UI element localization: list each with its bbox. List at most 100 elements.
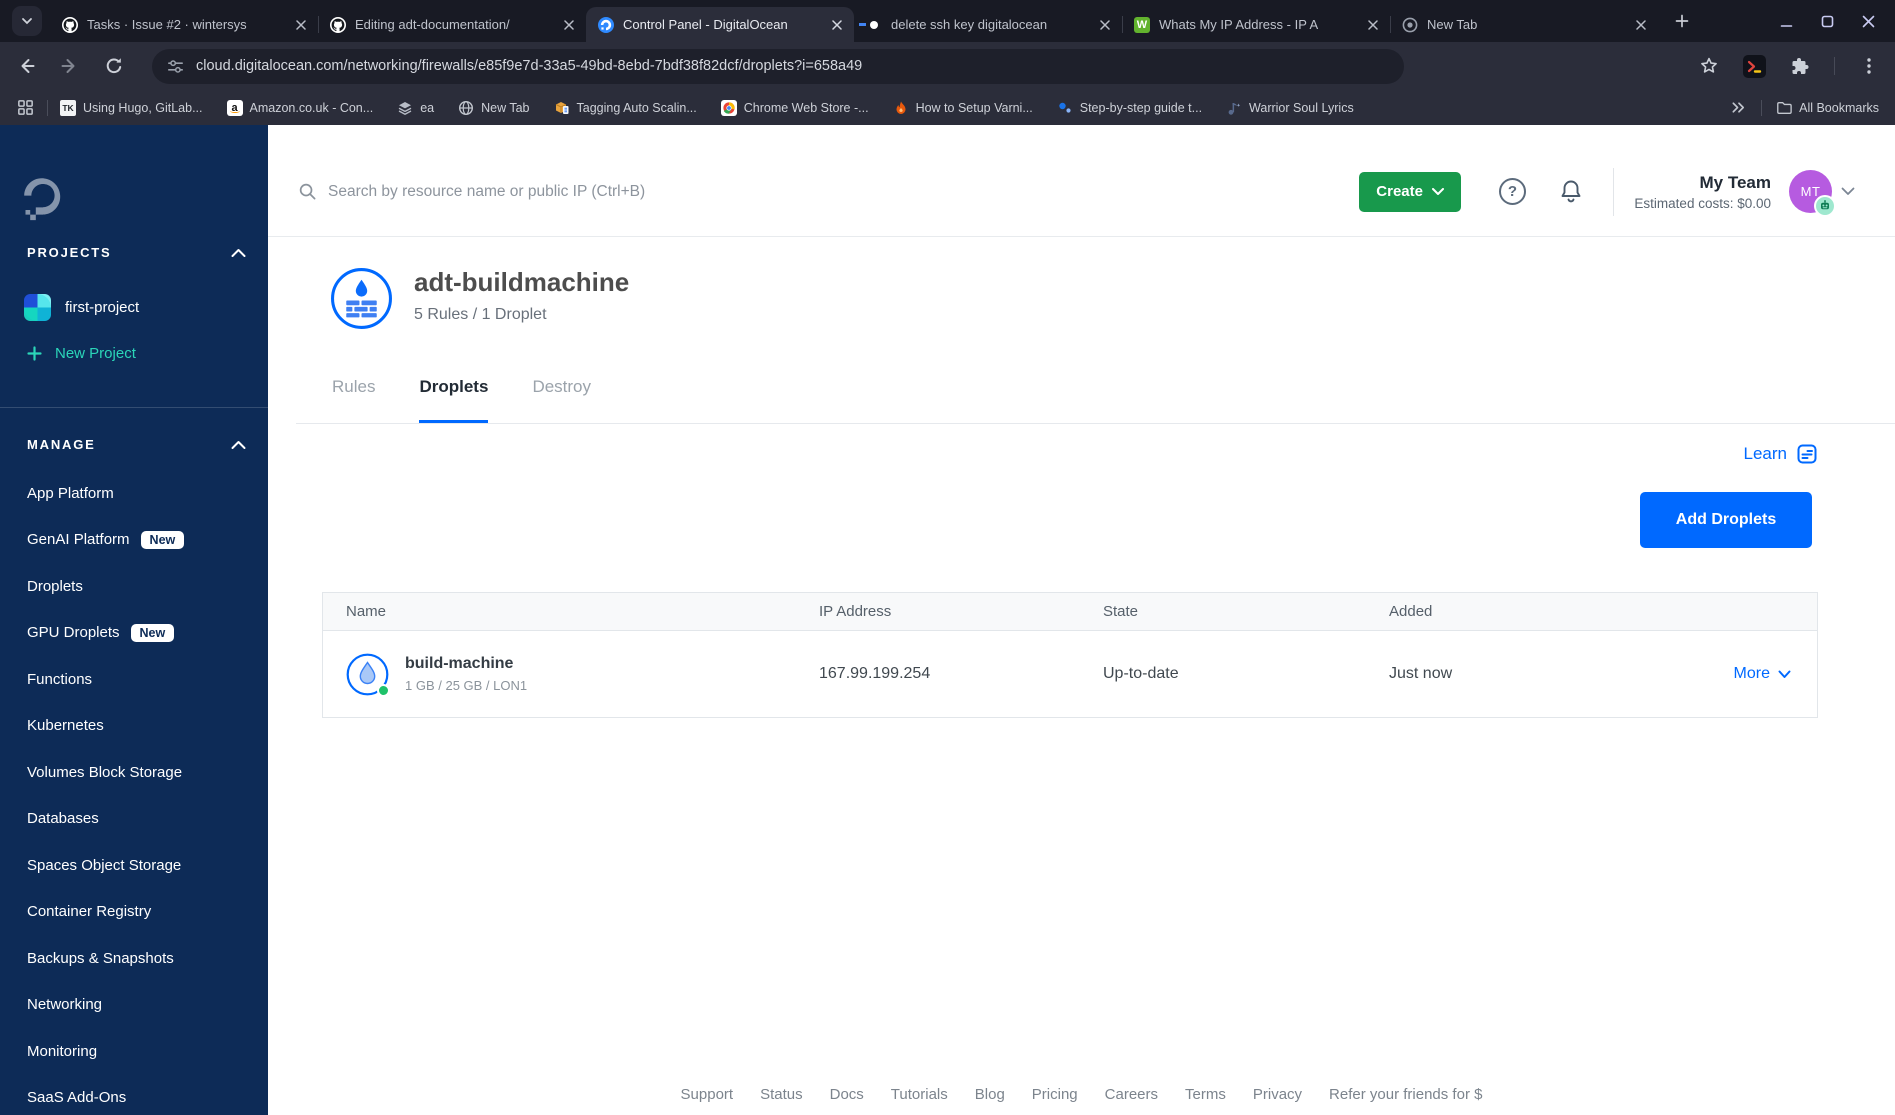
column-header-state: State: [1103, 603, 1139, 620]
tab-whatsmyipaddress[interactable]: W Whats My IP Address - IP A: [1122, 7, 1390, 42]
chevron-up-icon[interactable]: [231, 440, 246, 450]
music-note-icon: [1228, 102, 1241, 115]
sidebar-item-genai-platform[interactable]: GenAI Platform New: [0, 517, 268, 564]
browser-menu-kebab-icon[interactable]: [1859, 56, 1879, 76]
sidebar-item-gpu-droplets[interactable]: GPU Droplets New: [0, 610, 268, 657]
sidebar-item-backups-snapshots[interactable]: Backups & Snapshots: [0, 935, 268, 982]
tab-close-button[interactable]: [1632, 16, 1650, 34]
new-project-button[interactable]: New Project: [27, 345, 136, 362]
team-block[interactable]: My Team Estimated costs: $0.00: [1614, 173, 1789, 211]
back-button[interactable]: [16, 56, 36, 76]
bookmark-chrome-web-store[interactable]: Chrome Web Store -...: [720, 99, 869, 116]
sidebar-item-saas-addons[interactable]: SaaS Add-Ons: [0, 1075, 268, 1115]
footer-link-support[interactable]: Support: [681, 1086, 734, 1103]
maximize-button[interactable]: [1820, 14, 1834, 28]
tab-close-button[interactable]: [1096, 16, 1114, 34]
sidebar-item-volumes-block-storage[interactable]: Volumes Block Storage: [0, 749, 268, 796]
whatsmyip-icon: W: [1134, 16, 1150, 33]
tab-close-button[interactable]: [292, 16, 310, 34]
sidebar-projects-header[interactable]: PROJECTS: [27, 245, 246, 260]
footer-link-privacy[interactable]: Privacy: [1253, 1086, 1302, 1103]
bookmark-setup-varnish[interactable]: How to Setup Varni...: [893, 100, 1033, 116]
tab-google-search[interactable]: delete ssh key digitalocean: [854, 7, 1122, 42]
url-text[interactable]: cloud.digitalocean.com/networking/firewa…: [196, 58, 862, 74]
sidebar-nav: App Platform GenAI Platform New Droplets …: [0, 470, 268, 1115]
bookmarks-overflow-chevrons-icon[interactable]: [1730, 99, 1747, 116]
bookmark-tagging-autoscaling[interactable]: Tagging Auto Scalin...: [554, 100, 697, 116]
footer-link-pricing[interactable]: Pricing: [1032, 1086, 1078, 1103]
page-title: adt-buildmachine: [414, 267, 630, 297]
learn-link[interactable]: Learn: [1744, 443, 1818, 465]
terminal-extension-icon[interactable]: [1743, 54, 1766, 78]
sidebar-manage-header[interactable]: MANAGE: [27, 437, 246, 452]
chevron-up-icon[interactable]: [231, 248, 246, 258]
forward-button[interactable]: [60, 56, 80, 76]
chevron-down-icon: [1432, 187, 1444, 195]
column-header-added: Added: [1389, 603, 1433, 620]
bookmark-new-tab[interactable]: New Tab: [458, 100, 530, 116]
sidebar-item-networking[interactable]: Networking: [0, 982, 268, 1029]
tab-rules[interactable]: Rules: [332, 377, 375, 424]
footer-link-terms[interactable]: Terms: [1185, 1086, 1226, 1103]
digitalocean-logo: [24, 178, 61, 221]
tab-search-chevron-button[interactable]: [12, 6, 42, 36]
tab-close-button[interactable]: [828, 16, 846, 34]
droplet-name[interactable]: build-machine: [405, 655, 527, 673]
footer-link-refer[interactable]: Refer your friends for $: [1329, 1086, 1482, 1103]
minimize-button[interactable]: [1779, 14, 1793, 28]
tab-github-tasks[interactable]: Tasks · Issue #2 · wintersys: [50, 7, 318, 42]
tab-destroy[interactable]: Destroy: [532, 377, 591, 424]
tab-droplets[interactable]: Droplets: [419, 377, 489, 424]
firewall-header: adt-buildmachine 5 Rules / 1 Droplet: [330, 267, 629, 330]
bookmark-step-by-step-guide[interactable]: Step-by-step guide t...: [1057, 100, 1202, 116]
resource-search[interactable]: [298, 181, 1359, 202]
new-tab-button[interactable]: [1668, 7, 1696, 35]
footer-link-blog[interactable]: Blog: [975, 1086, 1005, 1103]
create-button[interactable]: Create: [1359, 171, 1461, 212]
tab-title: Editing adt-documentation/: [355, 17, 510, 32]
tab-digitalocean-control-panel[interactable]: Control Panel - DigitalOcean: [586, 7, 854, 42]
bookmark-warrior-soul-lyrics[interactable]: Warrior Soul Lyrics: [1226, 100, 1354, 116]
account-menu-chevron-icon[interactable]: [1841, 187, 1855, 196]
account-avatar[interactable]: MT: [1789, 170, 1836, 217]
search-input[interactable]: [326, 181, 966, 202]
bookmark-amazon[interactable]: a Amazon.co.uk - Con...: [226, 99, 373, 116]
all-bookmarks-button[interactable]: All Bookmarks: [1776, 99, 1879, 117]
footer-link-tutorials[interactable]: Tutorials: [891, 1086, 948, 1103]
bookmark-hugo-gitlab[interactable]: TK Using Hugo, GitLab...: [60, 99, 203, 116]
bookmark-star-icon[interactable]: [1699, 56, 1719, 76]
more-menu-button[interactable]: More: [1606, 665, 1817, 683]
tab-close-button[interactable]: [1364, 16, 1382, 34]
sidebar-item-first-project[interactable]: first-project: [24, 294, 139, 321]
footer-link-docs[interactable]: Docs: [830, 1086, 864, 1103]
site-settings-icon[interactable]: [166, 57, 185, 76]
tab-github-editing[interactable]: Editing adt-documentation/: [318, 7, 586, 42]
sidebar-item-label: Databases: [27, 810, 99, 828]
plus-icon: [1675, 14, 1689, 28]
footer-link-careers[interactable]: Careers: [1105, 1086, 1158, 1103]
sidebar-item-databases[interactable]: Databases: [0, 796, 268, 843]
help-button[interactable]: [1499, 178, 1526, 205]
close-window-button[interactable]: [1861, 14, 1875, 28]
sidebar-item-functions[interactable]: Functions: [0, 656, 268, 703]
tab-close-button[interactable]: [560, 16, 578, 34]
reload-button[interactable]: [104, 56, 124, 76]
apps-grid-icon[interactable]: [16, 98, 35, 117]
sidebar-item-droplets[interactable]: Droplets: [0, 563, 268, 610]
sidebar-item-spaces-object-storage[interactable]: Spaces Object Storage: [0, 842, 268, 889]
projects-header-label: PROJECTS: [27, 245, 112, 260]
new-badge: New: [130, 623, 175, 642]
sidebar-item-container-registry[interactable]: Container Registry: [0, 889, 268, 936]
sidebar-item-monitoring[interactable]: Monitoring: [0, 1028, 268, 1075]
sidebar-item-app-platform[interactable]: App Platform: [0, 470, 268, 517]
add-droplets-button[interactable]: Add Droplets: [1640, 492, 1812, 548]
footer-link-status[interactable]: Status: [760, 1086, 803, 1103]
extensions-puzzle-icon[interactable]: [1790, 56, 1810, 76]
sidebar-item-label: Monitoring: [27, 1042, 98, 1060]
tab-new-tab[interactable]: New Tab: [1390, 7, 1658, 42]
bookmark-ea[interactable]: ea: [397, 100, 434, 116]
project-icon: [24, 294, 51, 321]
notifications-bell-icon[interactable]: [1559, 179, 1583, 205]
address-bar[interactable]: cloud.digitalocean.com/networking/firewa…: [152, 48, 1404, 84]
sidebar-item-kubernetes[interactable]: Kubernetes: [0, 703, 268, 750]
